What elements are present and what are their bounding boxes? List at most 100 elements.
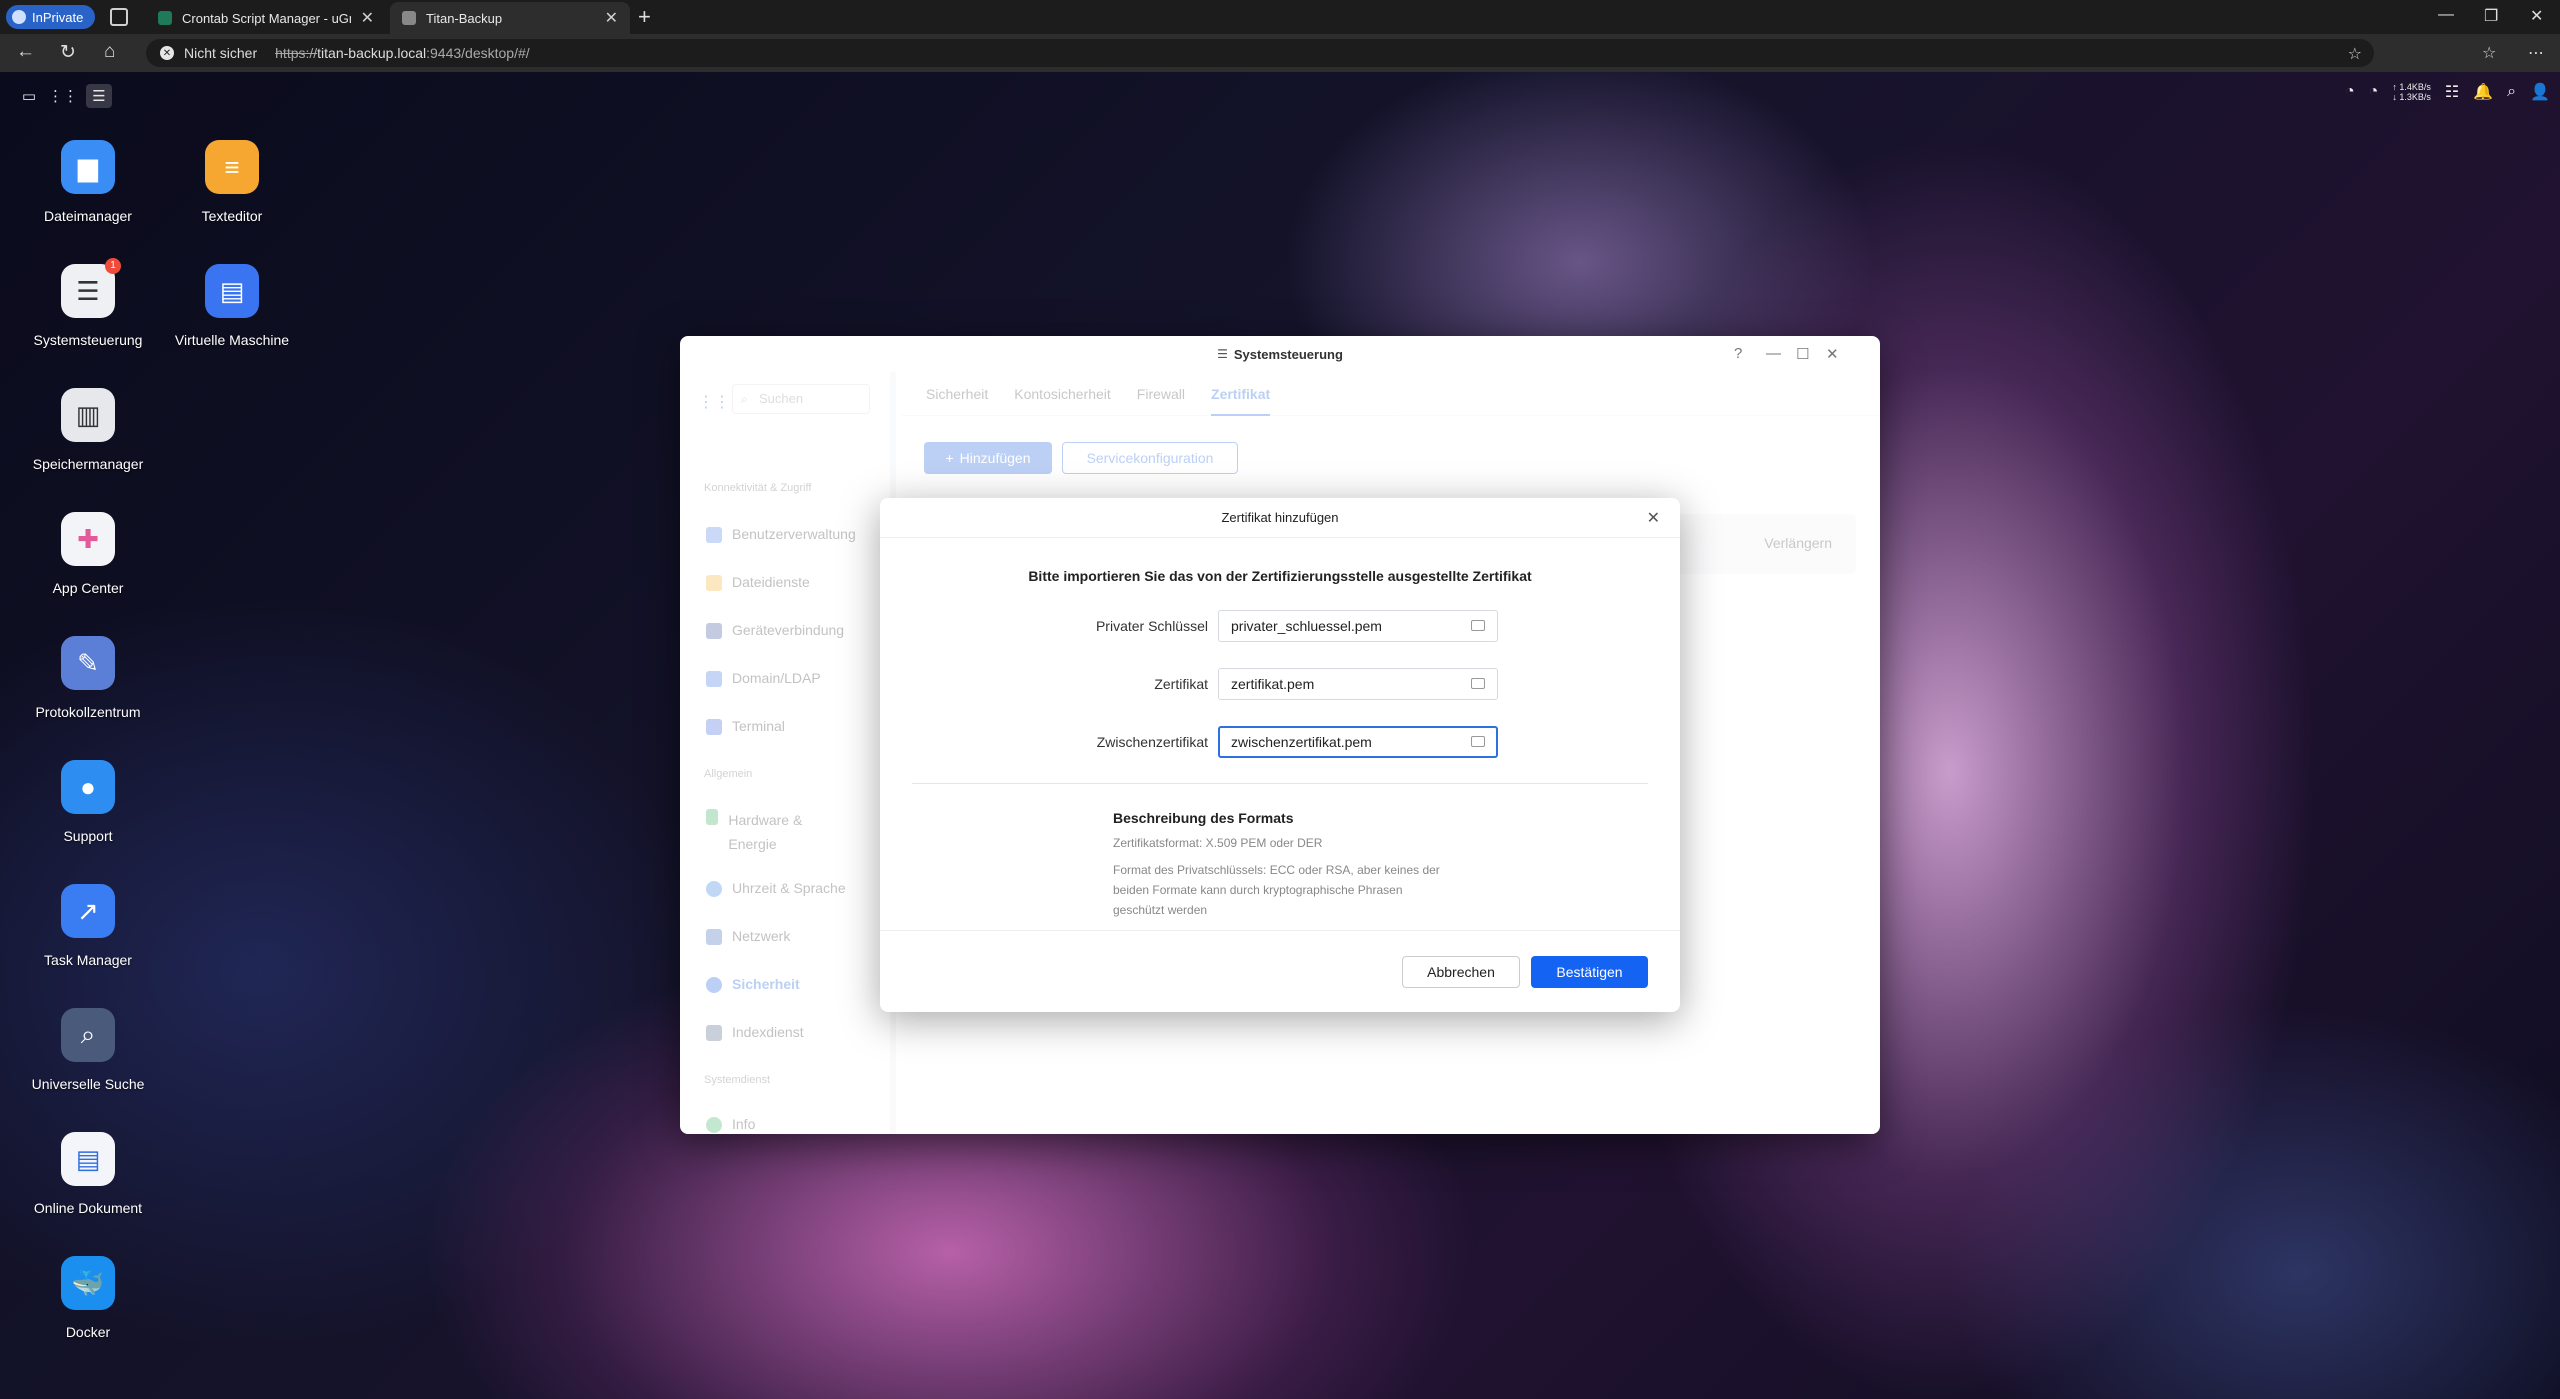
sidebar-item-geraeteverbindung[interactable]: Geräteverbindung (706, 622, 844, 639)
user-account-icon[interactable]: 👤 (2530, 82, 2550, 102)
inprivate-badge[interactable]: InPrivate (6, 5, 96, 29)
intermediate-cert-row: Zwischenzertifikat zwischenzertifikat.pe… (880, 726, 1680, 758)
sidebar-item-info[interactable]: Info (706, 1116, 755, 1133)
tab-zertifikat[interactable]: Zertifikat (1211, 386, 1271, 416)
widgets-icon[interactable]: ☷ (2445, 82, 2459, 102)
sidebar-item-benutzerverwaltung[interactable]: Benutzerverwaltung (706, 526, 856, 543)
grid-menu-icon[interactable]: ⋮⋮ (698, 392, 730, 412)
profile-icon (12, 10, 26, 24)
desktop-icon-label: Systemsteuerung (33, 332, 143, 348)
sidebar-item-uhrzeit[interactable]: Uhrzeit & Sprache (706, 880, 846, 897)
server-icon: ▤ (205, 264, 259, 318)
desktop-icon-texteditor[interactable]: ≡ Texteditor (162, 140, 302, 224)
desktop-icon-support[interactable]: ● Support (18, 760, 158, 844)
certificate-file-input[interactable]: zertifikat.pem (1218, 668, 1498, 700)
home-icon[interactable]: ⌂ (104, 41, 115, 63)
sidebar-item-indexdienst[interactable]: Indexdienst (706, 1024, 804, 1041)
collections-icon[interactable]: ☆ (2482, 43, 2496, 63)
desktop-icon-task-manager[interactable]: ↗ Task Manager (18, 884, 158, 968)
desktop-icon-universelle-suche[interactable]: ⌕ Universelle Suche (18, 1008, 158, 1092)
close-icon[interactable]: ✕ (1647, 508, 1660, 528)
sidebar-item-netzwerk[interactable]: Netzwerk (706, 928, 790, 945)
minimize-icon[interactable]: — (1766, 345, 1781, 362)
download-speed: ↓ 1.3KB/s (2392, 92, 2431, 102)
app-launcher-icon[interactable]: ⋮⋮ (48, 86, 78, 106)
sidebar-item-label: Terminal (732, 718, 785, 734)
service-configuration-button[interactable]: Servicekonfiguration (1062, 442, 1238, 474)
cancel-button[interactable]: Abbrechen (1402, 956, 1520, 988)
private-key-file-input[interactable]: privater_schluessel.pem (1218, 610, 1498, 642)
tab-kontosicherheit[interactable]: Kontosicherheit (1014, 386, 1111, 402)
certificate-label: Zertifikat (1154, 676, 1208, 692)
control-panel-taskbar-icon[interactable]: ☰ (86, 84, 112, 108)
sidebar-item-terminal[interactable]: Terminal (706, 718, 785, 735)
renew-link[interactable]: Verlängern (1764, 535, 1832, 551)
sidebar-item-dateidienste[interactable]: Dateidienste (706, 574, 810, 591)
desktop-icon-label: Protokollzentrum (35, 704, 141, 720)
close-tab-icon[interactable]: ✕ (605, 8, 618, 28)
tab-firewall[interactable]: Firewall (1137, 386, 1185, 402)
maximize-icon[interactable]: ☐ (1796, 345, 1809, 363)
app-center-icon: ✚ (61, 512, 115, 566)
desktop-icon-online-dokument[interactable]: ▤ Online Dokument (18, 1132, 158, 1216)
add-certificate-dialog: Zertifikat hinzufügen ✕ Bitte importiere… (880, 498, 1680, 1012)
add-button-label: Hinzufügen (959, 450, 1031, 466)
folder-browse-icon[interactable] (1471, 678, 1485, 689)
ram-gauge-icon[interactable]: ◔ (2369, 83, 2379, 101)
desktop-icon-speichermanager[interactable]: ▥ Speichermanager (18, 388, 158, 472)
minimize-window-icon[interactable]: — (2438, 6, 2454, 24)
desktop-icon-app-center[interactable]: ✚ App Center (18, 512, 158, 596)
sidebar-item-hardware[interactable]: Hardware & Energie (706, 808, 826, 856)
search-list-icon: ⌕ (61, 1008, 115, 1062)
domain-icon (706, 671, 722, 687)
notification-badge: 1 (105, 258, 121, 274)
intermediate-cert-label: Zwischenzertifikat (1096, 734, 1208, 750)
desktop-icon-label: App Center (52, 580, 124, 596)
browser-address-bar: ← ↻ ⌂ ✕ Nicht sicher https:// titan-back… (0, 34, 2560, 72)
intermediate-cert-value: zwischenzertifikat.pem (1231, 734, 1372, 750)
dialog-title: Zertifikat hinzufügen (880, 498, 1680, 538)
desktop-icon-label: Task Manager (44, 952, 132, 968)
sidebar-item-label: Indexdienst (732, 1024, 804, 1040)
reload-icon[interactable]: ↻ (60, 41, 76, 64)
sidebar-search-input[interactable]: ⌕ Suchen (732, 384, 870, 414)
desktop-icon-protokollzentrum[interactable]: ✎ Protokollzentrum (18, 636, 158, 720)
users-icon (706, 527, 722, 543)
intermediate-cert-file-input[interactable]: zwischenzertifikat.pem (1218, 726, 1498, 758)
new-tab-icon[interactable]: + (638, 4, 651, 30)
close-window-icon[interactable]: ✕ (2530, 6, 2543, 26)
folder-browse-icon[interactable] (1471, 620, 1485, 631)
more-menu-icon[interactable]: ⋯ (2528, 43, 2544, 63)
confirm-button[interactable]: Bestätigen (1531, 956, 1648, 988)
tab-sicherheit[interactable]: Sicherheit (926, 386, 988, 402)
back-icon[interactable]: ← (16, 41, 35, 63)
close-tab-icon[interactable]: ✕ (361, 8, 374, 28)
sidebar-item-sicherheit[interactable]: Sicherheit (706, 976, 800, 993)
divider (912, 783, 1648, 784)
folder-browse-icon[interactable] (1471, 736, 1485, 747)
tab-crontab[interactable]: Crontab Script Manager - uGreen ✕ (146, 2, 386, 34)
notification-bell-icon[interactable]: 🔔 (2473, 82, 2493, 102)
sidebar-item-domain-ldap[interactable]: Domain/LDAP (706, 670, 821, 687)
private-key-value: privater_schluessel.pem (1231, 618, 1382, 634)
desktop-icon-virtuelle-maschine[interactable]: ▤ Virtuelle Maschine (162, 264, 302, 348)
help-icon[interactable]: ? (1734, 345, 1742, 362)
network-speed: ↑ 1.4KB/s ↓ 1.3KB/s (2392, 82, 2431, 102)
tab-actions-icon[interactable] (110, 8, 128, 26)
add-certificate-button[interactable]: + Hinzufügen (924, 442, 1052, 474)
show-desktop-icon[interactable]: ▭ (18, 86, 40, 106)
format-description-title: Beschreibung des Formats (1113, 810, 1294, 826)
cpu-gauge-icon[interactable]: ◔ (2345, 83, 2355, 101)
desktop-icon-docker[interactable]: 🐳 Docker (18, 1256, 158, 1340)
favorite-star-icon[interactable]: ☆ (2348, 44, 2362, 64)
restore-window-icon[interactable]: ❐ (2484, 6, 2498, 26)
tab-titan-backup[interactable]: Titan-Backup ✕ (390, 2, 630, 34)
folder-icon (706, 575, 722, 591)
security-label: Nicht sicher (184, 45, 258, 61)
close-icon[interactable]: ✕ (1826, 345, 1839, 363)
desktop-icon-systemsteuerung[interactable]: ☰ 1 Systemsteuerung (18, 258, 158, 348)
desktop-icon-dateimanager[interactable]: ▆ Dateimanager (18, 140, 158, 224)
url-field[interactable]: ✕ Nicht sicher https:// titan-backup.loc… (146, 39, 2374, 67)
search-icon[interactable]: ⌕ (2507, 83, 2516, 101)
window-title: Systemsteuerung (1233, 346, 1343, 362)
